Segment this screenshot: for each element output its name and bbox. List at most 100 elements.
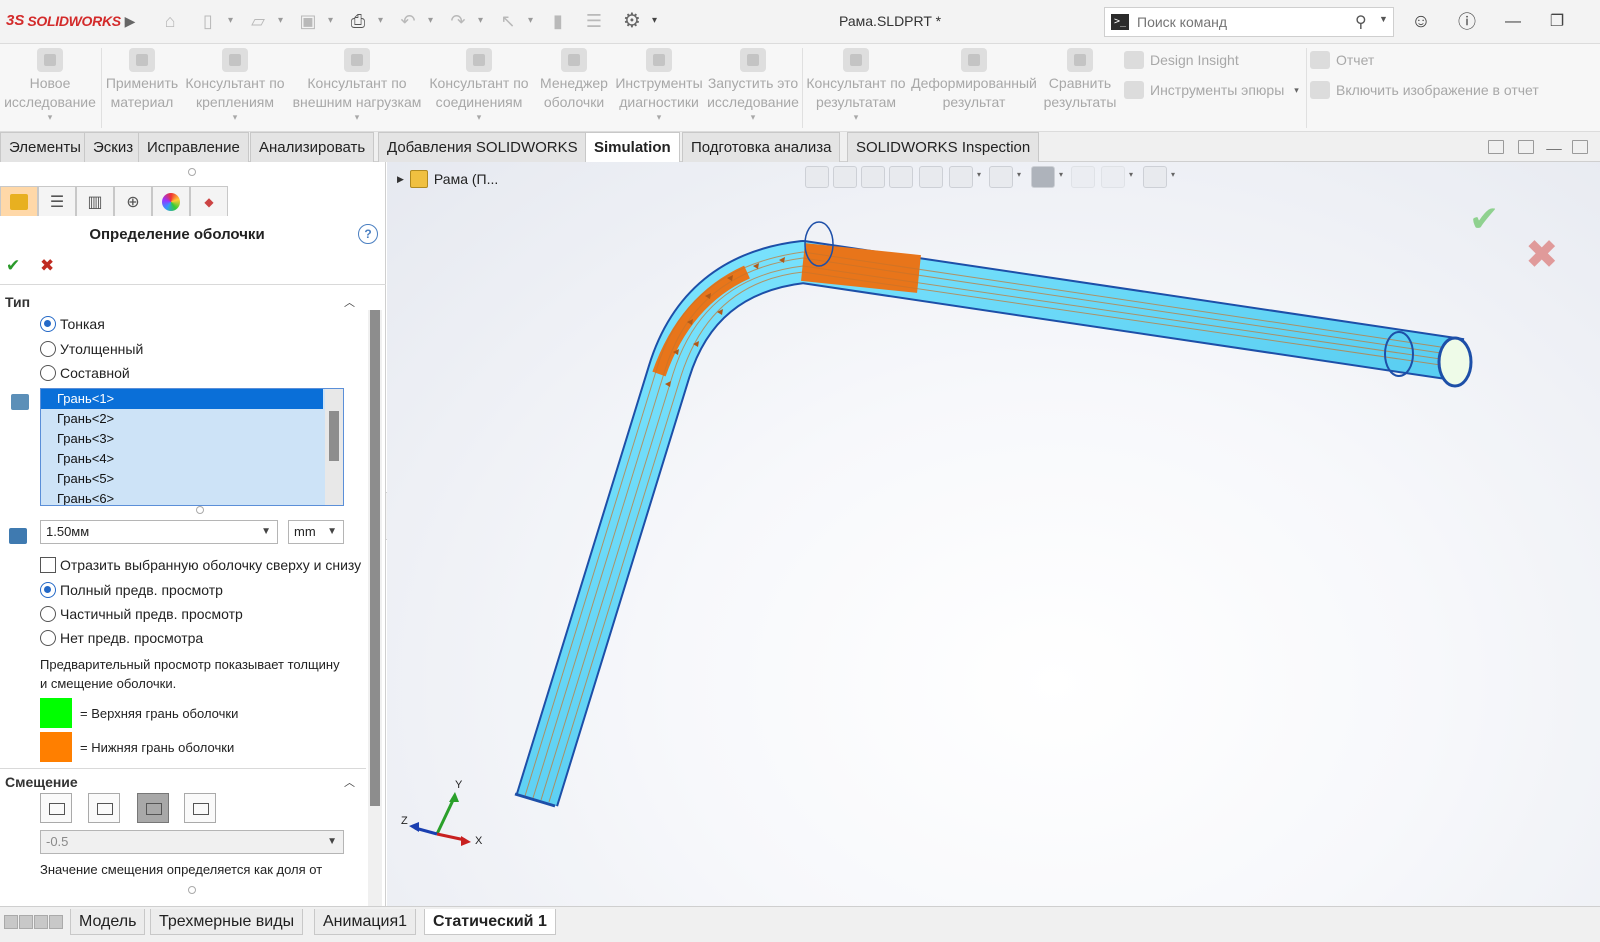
command-search[interactable]: >_ ⚲ ▼: [1104, 7, 1394, 37]
tab-simulation[interactable]: Simulation: [585, 132, 680, 163]
viewport-restore-icon[interactable]: [1572, 140, 1588, 154]
list-scrollbar-thumb[interactable]: [329, 411, 339, 461]
tab-addins[interactable]: Добавления SOLIDWORKS: [378, 132, 587, 162]
next-tab-arrow-icon[interactable]: [34, 915, 48, 929]
thickness-combo[interactable]: 1.50мм ▼: [40, 520, 278, 544]
dropdown-arrow-icon[interactable]: ▾: [180, 112, 290, 122]
viewport-maximize-icon[interactable]: [1518, 140, 1534, 154]
include-image-button[interactable]: Включить изображение в отчет: [1310, 78, 1539, 102]
report-button[interactable]: Отчет: [1310, 48, 1374, 72]
radio-button[interactable]: [40, 630, 56, 646]
radio-button[interactable]: [40, 582, 56, 598]
tab-navigation-arrows[interactable]: [4, 915, 64, 929]
prev-tab-arrow-icon[interactable]: [19, 915, 33, 929]
collapse-chevron-icon[interactable]: ︿: [344, 294, 355, 310]
home-icon[interactable]: ⌂: [158, 9, 182, 33]
select-dropdown-icon[interactable]: ▾: [528, 12, 538, 30]
tab-inspection[interactable]: SOLIDWORKS Inspection: [847, 132, 1040, 162]
dimxpert-tab[interactable]: ⊕: [114, 186, 152, 216]
search-input[interactable]: [1137, 12, 1337, 32]
new-study-button[interactable]: Новое исследование ▾: [2, 44, 98, 132]
offset-bottom-button[interactable]: [137, 793, 169, 823]
property-manager-tab[interactable]: ☰: [38, 186, 76, 216]
type-thick-radio[interactable]: Утолщенный: [40, 341, 143, 357]
panel-grip-handle[interactable]: [188, 886, 196, 894]
radio-button[interactable]: [40, 606, 56, 622]
type-thin-radio[interactable]: Тонкая: [40, 316, 105, 332]
flip-shell-checkbox[interactable]: Отразить выбранную оболочку сверху и сни…: [40, 557, 361, 573]
design-insight-button[interactable]: Design Insight: [1124, 48, 1239, 72]
chevron-down-icon[interactable]: ▼: [261, 521, 271, 543]
new-dropdown-icon[interactable]: ▾: [228, 12, 238, 30]
viewport-minimize-icon[interactable]: [1546, 140, 1562, 150]
checkbox[interactable]: [40, 557, 56, 573]
print-icon[interactable]: ⎙: [346, 9, 370, 33]
dropdown-arrow-icon[interactable]: ▾: [704, 112, 802, 122]
expand-menu-icon[interactable]: ▶: [118, 9, 142, 33]
deformed-result-button[interactable]: Деформированный результат: [908, 44, 1040, 132]
collapse-chevron-icon[interactable]: ︿: [344, 774, 355, 790]
dropdown-arrow-icon[interactable]: ▾: [424, 112, 534, 122]
minimize-icon[interactable]: —: [1500, 10, 1526, 34]
cancel-x-icon[interactable]: ✖: [40, 256, 54, 276]
diagnostics-tools-button[interactable]: Инструменты диагностики ▾: [612, 44, 706, 132]
list-item[interactable]: Грань<3>: [41, 429, 323, 449]
tab-animation1[interactable]: Анимация1: [314, 909, 417, 935]
fixtures-advisor-button[interactable]: Консультант по креплениям ▾: [180, 44, 290, 132]
configuration-manager-tab[interactable]: ▥: [76, 186, 114, 216]
search-dropdown-icon[interactable]: ▼: [1379, 14, 1388, 24]
graphics-area[interactable]: ▶ Рама (П... ▾ ▾ ▾ ▾ ▾ ✔ ✖ Y X Z: [387, 162, 1600, 906]
radio-button[interactable]: [40, 316, 56, 332]
list-item[interactable]: Грань<4>: [41, 449, 323, 469]
offset-middle-button[interactable]: [40, 793, 72, 823]
full-preview-radio[interactable]: Полный предв. просмотр: [40, 582, 223, 598]
offset-ratio-button[interactable]: [184, 793, 216, 823]
viewport-tile-icon[interactable]: [1488, 140, 1504, 154]
radio-button[interactable]: [40, 365, 56, 381]
chevron-down-icon[interactable]: ▼: [327, 831, 337, 853]
redo-icon[interactable]: ↷: [446, 9, 470, 33]
partial-preview-radio[interactable]: Частичный предв. просмотр: [40, 606, 243, 622]
no-preview-radio[interactable]: Нет предв. просмотра: [40, 630, 203, 646]
new-document-icon[interactable]: ▯: [196, 9, 220, 33]
panel-grip-handle[interactable]: [188, 168, 196, 176]
run-study-button[interactable]: Запустить это исследование ▾: [704, 44, 802, 132]
print-dropdown-icon[interactable]: ▾: [378, 12, 388, 30]
external-loads-advisor-button[interactable]: Консультант по внешним нагрузкам ▾: [290, 44, 424, 132]
tab-analysis-preparation[interactable]: Подготовка анализа: [682, 132, 841, 162]
dropdown-arrow-icon[interactable]: ▾: [804, 112, 908, 122]
undo-dropdown-icon[interactable]: ▾: [428, 12, 438, 30]
help-icon[interactable]: ⓘ: [1454, 10, 1480, 34]
dropdown-arrow-icon[interactable]: ▾: [1294, 85, 1299, 96]
simulation-tab[interactable]: ◆: [190, 186, 228, 216]
offset-value-field[interactable]: -0.5 ▼: [40, 830, 344, 854]
solidworks-logo[interactable]: 3S SOLIDWORKS: [6, 12, 121, 29]
open-icon[interactable]: ▱: [246, 9, 270, 33]
save-icon[interactable]: ▣: [296, 9, 320, 33]
panel-scrollbar-thumb[interactable]: [370, 310, 380, 806]
tab-static-study-1[interactable]: Статический 1: [424, 909, 556, 935]
face-selection-list[interactable]: Грань<1> Грань<2> Грань<3> Грань<4> Гран…: [40, 388, 344, 506]
list-item[interactable]: Грань<1>: [41, 389, 323, 409]
compare-results-button[interactable]: Сравнить результаты: [1040, 44, 1120, 132]
restore-icon[interactable]: ❐: [1544, 10, 1570, 34]
ok-checkmark-icon[interactable]: ✔: [6, 256, 20, 276]
display-manager-tab[interactable]: [152, 186, 190, 216]
list-item[interactable]: Грань<6>: [41, 489, 323, 505]
first-tab-arrow-icon[interactable]: [4, 915, 18, 929]
dropdown-arrow-icon[interactable]: ▾: [290, 112, 424, 122]
tab-3d-views[interactable]: Трехмерные виды: [150, 909, 304, 935]
type-composite-radio[interactable]: Составной: [40, 365, 130, 381]
save-dropdown-icon[interactable]: ▾: [328, 12, 338, 30]
open-dropdown-icon[interactable]: ▾: [278, 12, 288, 30]
pipe-frame-model[interactable]: [387, 162, 1600, 906]
file-properties-icon[interactable]: ☰: [582, 9, 606, 33]
unit-select[interactable]: mm ▼: [288, 520, 344, 544]
tab-model[interactable]: Модель: [70, 909, 146, 935]
list-resize-handle[interactable]: [196, 506, 204, 514]
results-advisor-button[interactable]: Консультант по результатам ▾: [804, 44, 908, 132]
apply-material-button[interactable]: Применить материал: [104, 44, 180, 132]
rebuild-icon[interactable]: ▮: [546, 9, 570, 33]
last-tab-arrow-icon[interactable]: [49, 915, 63, 929]
radio-button[interactable]: [40, 341, 56, 357]
